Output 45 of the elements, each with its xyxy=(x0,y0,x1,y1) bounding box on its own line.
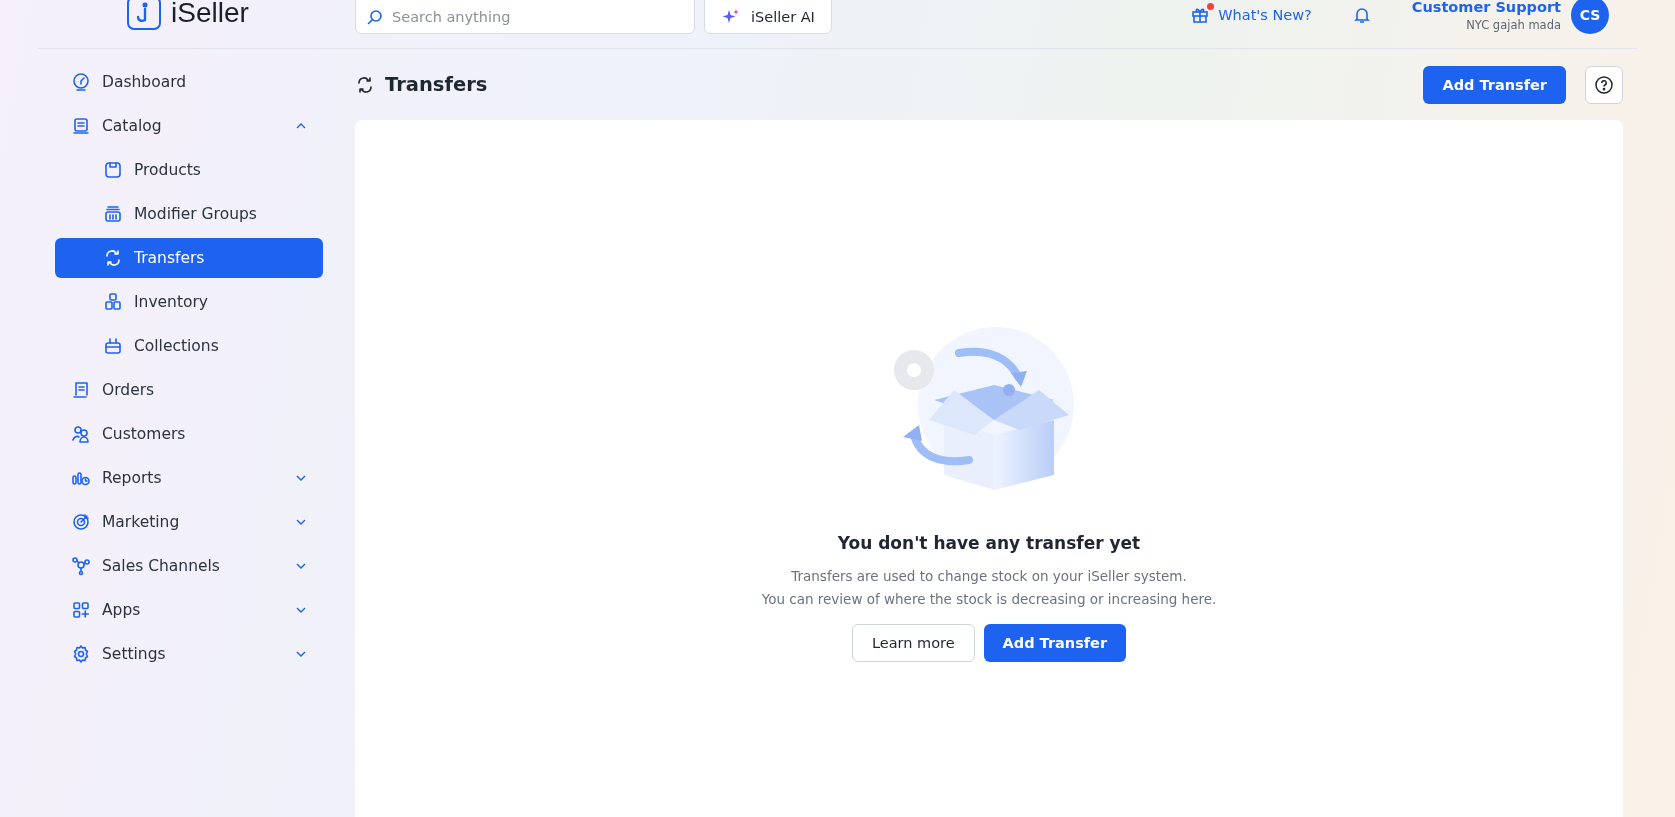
user-avatar[interactable]: CS xyxy=(1571,0,1609,34)
settings-icon xyxy=(71,644,91,664)
search-field[interactable]: Search anything xyxy=(355,0,695,34)
sidebar-item[interactable]: Transfers xyxy=(55,238,323,278)
ai-button[interactable]: iSeller AI xyxy=(704,0,832,34)
sidebar-item[interactable]: Customers xyxy=(55,414,323,454)
store-name: NYC gajah mada xyxy=(1466,17,1561,32)
target-icon xyxy=(71,512,91,532)
sidebar-item[interactable]: Apps xyxy=(55,590,323,630)
basket-icon xyxy=(103,336,123,356)
add-transfer-button[interactable]: Add Transfer xyxy=(983,624,1127,662)
sidebar-item[interactable]: Modifier Groups xyxy=(55,194,323,234)
empty-state-description: Transfers are used to change stock on your iSeller system. You can review of where the stock is decreasing or increasing here. xyxy=(761,567,1217,609)
sidebar-item[interactable]: Catalog xyxy=(55,106,323,146)
book-icon xyxy=(71,116,91,136)
gauge-icon xyxy=(71,72,91,92)
swap-arrows-icon xyxy=(355,74,375,95)
sidebar-item[interactable]: Orders xyxy=(55,370,323,410)
user-name[interactable]: Customer Support xyxy=(1411,0,1561,15)
sidebar-item[interactable]: Sales Channels xyxy=(55,546,323,586)
sidebar-item[interactable]: Marketing xyxy=(55,502,323,542)
people-icon xyxy=(71,424,91,444)
receipt-icon xyxy=(71,380,91,400)
logo-icon xyxy=(127,0,161,30)
sidebar-item[interactable]: Products xyxy=(55,150,323,190)
whats-new-link[interactable]: What's New? xyxy=(1190,5,1312,25)
bell-icon xyxy=(1351,5,1372,25)
empty-state-heading: You don't have any transfer yet xyxy=(837,533,1141,553)
learn-more-button[interactable]: Learn more xyxy=(851,624,975,662)
sidebar-item[interactable]: Collections xyxy=(55,326,323,366)
layers-icon xyxy=(103,204,123,224)
logo-text: iSeller xyxy=(171,0,249,29)
sidebar-item[interactable]: Settings xyxy=(55,634,323,674)
sidebar-item[interactable]: Inventory xyxy=(55,282,323,322)
network-icon xyxy=(71,556,91,576)
swap-arrows-icon xyxy=(103,248,123,268)
page-title: Transfers xyxy=(385,73,489,96)
help-button[interactable] xyxy=(1585,65,1623,104)
apps-icon xyxy=(71,600,91,620)
sidebar-item[interactable]: Dashboard xyxy=(55,62,323,102)
boxes-icon xyxy=(103,292,123,312)
package-icon xyxy=(103,160,123,180)
sidebar-item[interactable]: Reports xyxy=(55,458,323,498)
add-transfer-button[interactable]: Add Transfer xyxy=(1423,65,1566,104)
help-icon xyxy=(1594,74,1614,95)
